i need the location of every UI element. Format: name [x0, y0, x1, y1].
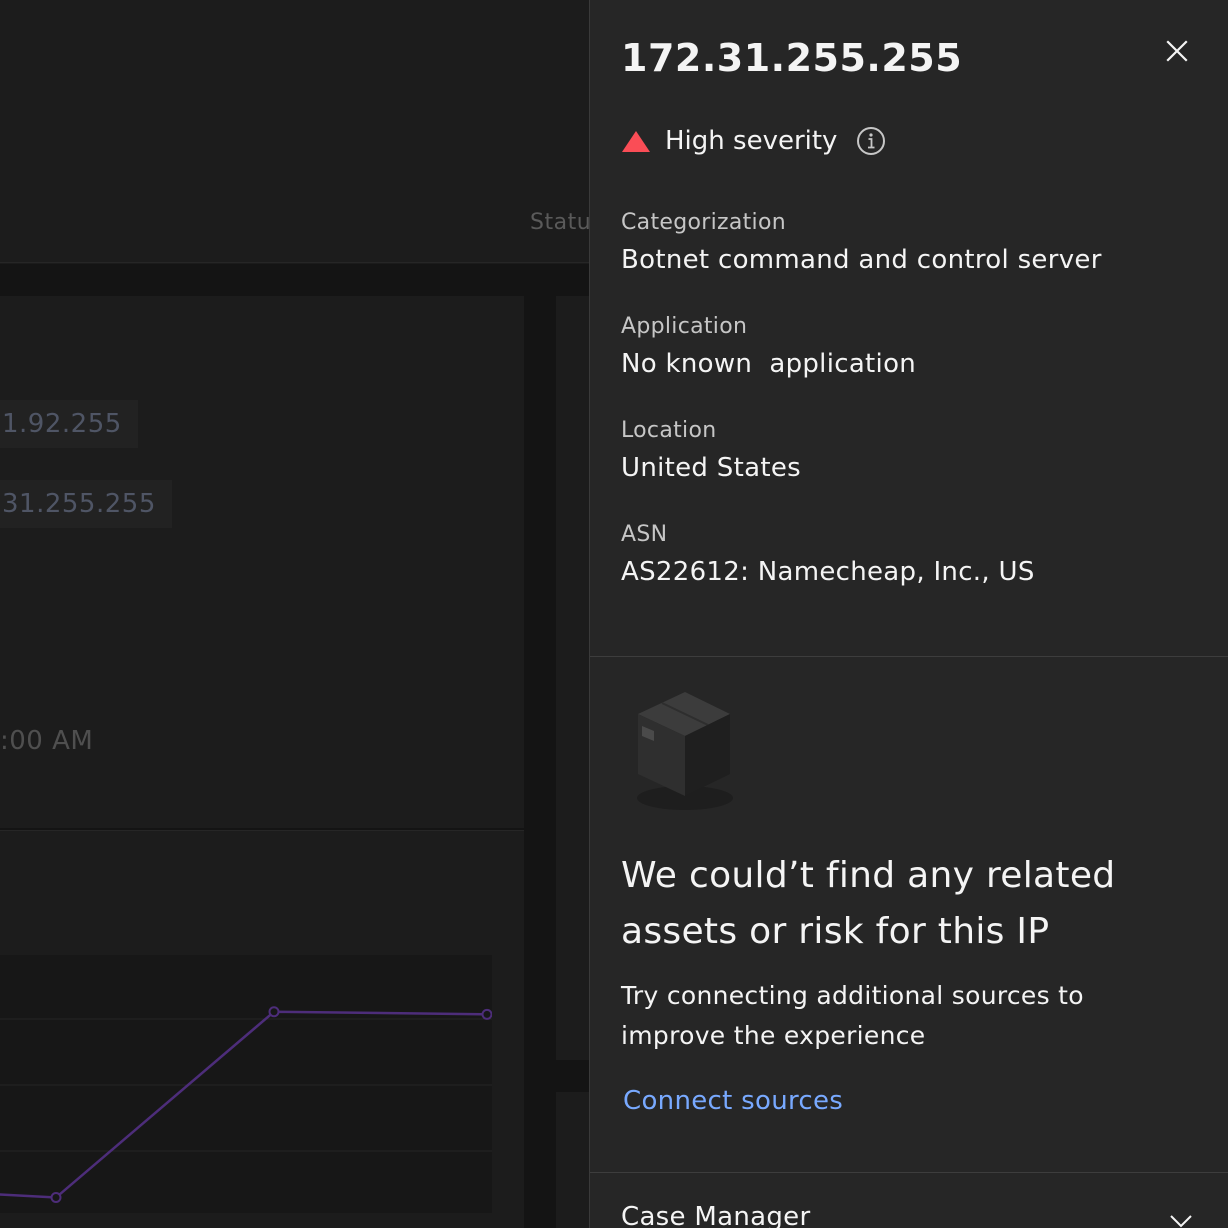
- severity-info-button[interactable]: [855, 125, 887, 157]
- severity-indicator: High severity: [621, 124, 887, 158]
- ip-tag: 1.92.255: [0, 400, 138, 448]
- asn-field: ASN AS22612: Namecheap, Inc., US: [621, 520, 1035, 592]
- close-icon: [1166, 40, 1188, 62]
- background-page: Statu 1.92.255 31.255.255 :00 AM: [0, 0, 590, 1228]
- section-divider: [590, 1172, 1228, 1173]
- accordion-label: Case Manager: [621, 1202, 811, 1228]
- background-header: Statu: [0, 0, 590, 263]
- field-value: United States: [621, 453, 801, 483]
- warning-triangle-icon: [622, 131, 650, 152]
- background-line-chart: [0, 955, 492, 1213]
- field-label: Application: [621, 314, 748, 339]
- background-chart-card: [0, 830, 524, 1228]
- info-icon: [857, 127, 886, 155]
- ip-details-panel: 172.31.255.255 High severity Categorizat…: [589, 0, 1228, 1228]
- status-column-header: Statu: [530, 210, 590, 235]
- chart-point: [481, 1008, 492, 1020]
- chart-point: [268, 1006, 280, 1018]
- field-label: ASN: [621, 522, 668, 547]
- section-divider: [590, 656, 1228, 657]
- field-label: Location: [621, 418, 717, 443]
- empty-state-title: We could’t find any related assets or ri…: [621, 855, 1116, 952]
- timestamp-text: :00 AM: [0, 726, 94, 756]
- location-field: Location United States: [621, 416, 801, 488]
- chevron-down-icon: [1170, 1215, 1192, 1228]
- categorization-field: Categorization Botnet command and contro…: [621, 208, 1102, 280]
- empty-state-description: Try connecting additional sources to imp…: [621, 981, 1084, 1050]
- panel-title: 172.31.255.255: [621, 36, 963, 80]
- field-value: AS22612: Namecheap, Inc., US: [621, 557, 1035, 587]
- case-manager-accordion[interactable]: Case Manager: [590, 1174, 1228, 1228]
- connect-sources-link[interactable]: Connect sources: [623, 1086, 843, 1116]
- chart-point: [50, 1192, 62, 1204]
- field-value: Botnet command and control server: [621, 245, 1102, 275]
- application-field: Application No known application: [621, 312, 916, 384]
- ip-tag: 31.255.255: [0, 480, 172, 528]
- background-side-card: [556, 1092, 590, 1228]
- close-button[interactable]: [1160, 34, 1194, 68]
- chart-plot-area: [0, 955, 492, 1213]
- severity-label: High severity: [665, 126, 838, 156]
- background-details-card: 1.92.255 31.255.255 :00 AM: [0, 296, 524, 828]
- field-label: Categorization: [621, 210, 786, 235]
- field-value: No known application: [621, 349, 917, 379]
- background-side-card: [556, 296, 590, 1060]
- empty-box-icon: [637, 692, 733, 810]
